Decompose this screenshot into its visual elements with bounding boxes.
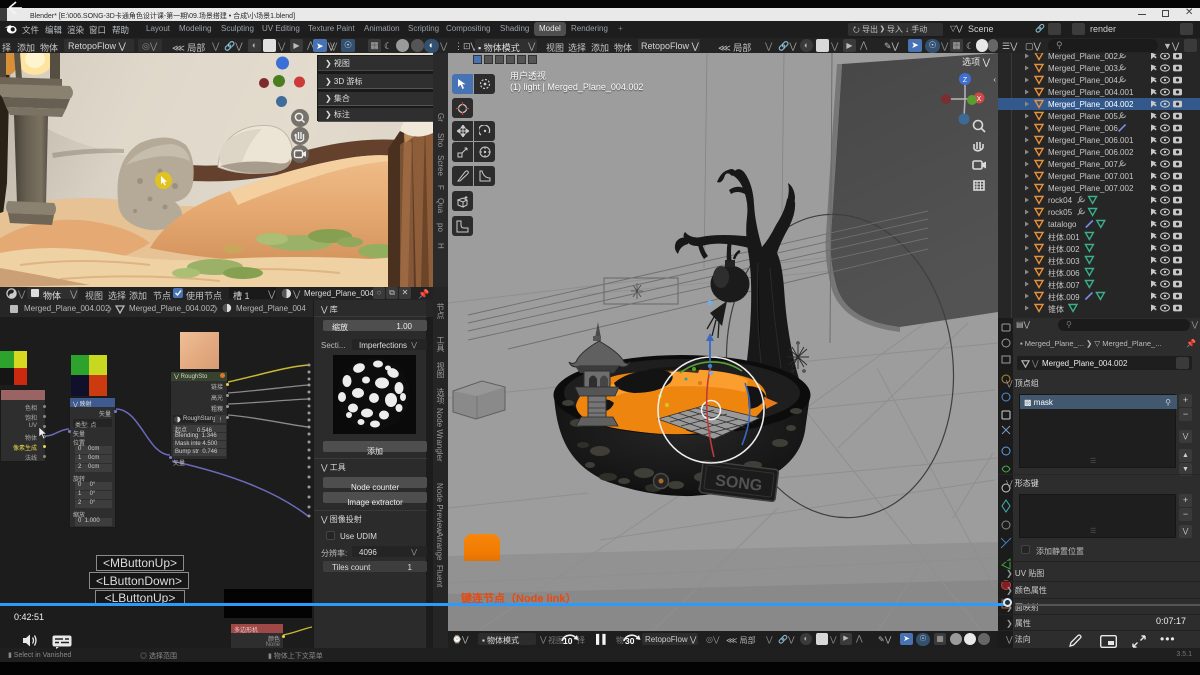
svg-text:X: X: [977, 96, 982, 103]
svg-text:Z: Z: [963, 77, 968, 84]
